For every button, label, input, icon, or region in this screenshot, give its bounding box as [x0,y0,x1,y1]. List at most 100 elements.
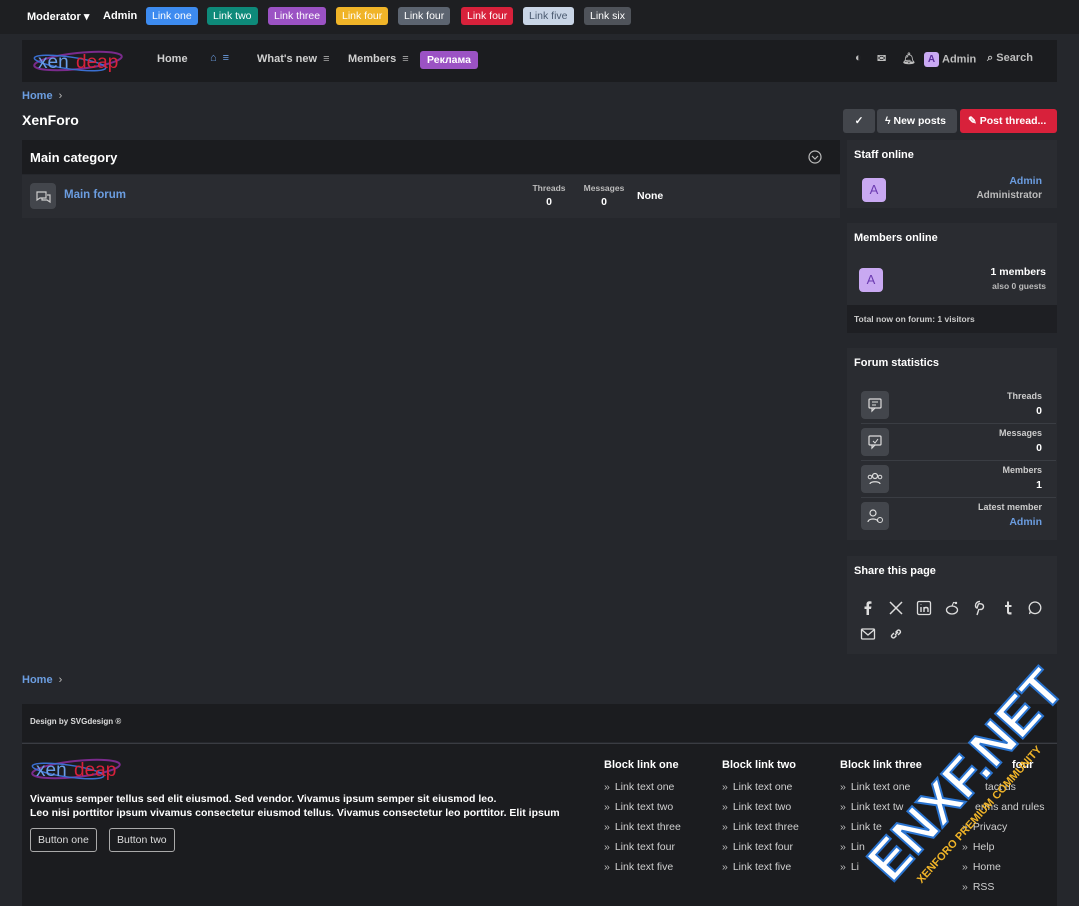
footer-link[interactable]: Link text five [604,861,673,873]
svg-text:xen: xen [38,52,69,73]
avatar[interactable]: A [862,178,886,202]
footer-link[interactable]: Link text one [840,781,911,793]
top-link-8[interactable]: Link six [584,7,632,25]
members-online-block: Members online A 1 members also 0 guests… [847,223,1057,333]
footer-col4-title: four [1012,759,1034,771]
staff-online-title: Staff online [854,149,914,161]
members-online-title[interactable]: Members online [854,232,938,244]
forum-chat-icon [30,183,56,209]
guests-count: also 0 guests [992,281,1046,291]
footer-button-one[interactable]: Button one [30,828,97,852]
footer-col3-title: Block link three [840,759,922,771]
main-navigation: xen deap Home ⌂ ≡ What's new ≡ Members ≡ Ре… [22,40,1057,82]
search-button[interactable]: ⌕ Search [987,52,1033,65]
top-link-4[interactable]: Link four [336,7,389,25]
users-icon [861,465,889,493]
svg-text:deap: deap [74,760,116,781]
staff-user-link[interactable]: Admin [1009,175,1042,187]
new-posts-button[interactable]: ϟ New posts [877,109,957,133]
footer-link[interactable]: Link text three [604,821,681,833]
thread-icon [861,391,889,419]
menu-icon: ≡ [323,53,330,65]
nav-members[interactable]: Members ≡ [348,53,409,65]
user-plus-icon [861,502,889,530]
footer-link[interactable]: Home [962,861,1001,873]
email-icon[interactable] [860,626,876,642]
footer-col1-title: Block link one [604,759,679,771]
avatar[interactable]: A [859,268,883,292]
link-icon[interactable] [888,626,904,642]
top-link-3[interactable]: Link three [268,7,327,25]
staff-online-block: Staff online A Admin Administrator [847,140,1057,208]
stat-members-value: 1 [1036,479,1042,491]
footer-link[interactable]: Link text four [604,841,675,853]
footer-link[interactable]: Link text three [722,821,799,833]
category-header: Main category [22,140,840,174]
footer-col2-title: Block link two [722,759,796,771]
nav-ad-badge[interactable]: Реклама [420,51,478,69]
staff-role: Administrator [976,190,1042,201]
footer-link[interactable]: Link text four [722,841,793,853]
footer-link[interactable]: Link text two [722,801,791,813]
divider [861,423,1056,424]
threads-count: 0 [546,196,552,208]
top-link-2[interactable]: Link two [207,7,258,25]
top-link-1[interactable]: Link one [146,7,198,25]
tumblr-icon[interactable] [1000,600,1016,616]
share-title: Share this page [854,565,936,577]
linkedin-icon[interactable] [916,600,932,616]
facebook-icon[interactable] [860,600,876,616]
forum-row: Main forum Threads 0 Messages 0 None [22,175,840,218]
pinterest-icon[interactable] [972,600,988,616]
breadcrumb[interactable]: Home › [22,90,62,102]
category-title[interactable]: Main category [30,150,117,165]
design-credit[interactable]: Design by SVGdesign ® [30,717,121,726]
page-title: XenForo [22,112,79,128]
footer-link[interactable]: Link text five [722,861,791,873]
collapse-icon[interactable] [808,150,822,164]
forum-link[interactable]: Main forum [64,189,126,201]
nav-home[interactable]: Home [157,53,188,65]
admin-link[interactable]: Admin [103,10,137,22]
footer-link[interactable]: Help [962,841,995,853]
moderator-menu[interactable]: Moderator ▾ [27,10,89,23]
footer-link[interactable]: Lin [840,841,865,853]
top-link-7[interactable]: Link five [523,7,574,25]
messages-label: Messages [583,183,625,193]
footer-breadcrumb[interactable]: Home › [22,674,62,686]
divider [861,497,1056,498]
footer-link[interactable]: Link text one [604,781,675,793]
inbox-icon[interactable]: ✉ [877,52,886,65]
footer-link[interactable]: Link text two [604,801,673,813]
bell-icon[interactable]: 🔔︎ [902,52,916,65]
footer-link[interactable]: Li [840,861,859,873]
footer-link[interactable]: tact us [985,781,1016,793]
footer-link[interactable]: Privacy [962,821,1007,833]
edit-icon: ✎ [968,115,977,127]
message-icon [861,428,889,456]
nav-whats-new[interactable]: What's new ≡ [257,53,330,65]
user-menu[interactable]: A Admin [924,52,976,67]
post-thread-button[interactable]: ✎ Post thread... [960,109,1057,133]
footer-link[interactable]: Link te [840,821,882,833]
reddit-icon[interactable] [944,600,960,616]
top-link-6[interactable]: Link four [461,7,514,25]
footer-button-two[interactable]: Button two [109,828,175,852]
footer-rss-link[interactable]: RSS [962,881,995,893]
footer-logo[interactable]: xen deap [28,754,142,784]
forum-statistics-block: Forum statistics Threads 0 Messages 0 Me… [847,348,1057,540]
stat-members-label: Members [1002,465,1042,475]
theme-toggle-icon[interactable]: ◐ [855,52,862,64]
whatsapp-icon[interactable] [1027,600,1043,616]
footer-link[interactable]: Link text tw [840,801,904,813]
footer-link[interactable]: Link text one [722,781,793,793]
nav-home-icon[interactable]: ⌂ ≡ [210,52,229,64]
x-icon[interactable] [888,600,904,616]
latest-member-link[interactable]: Admin [1009,516,1042,528]
site-logo[interactable]: xen deap [30,47,142,75]
top-link-5[interactable]: Link four [398,7,451,25]
stat-messages-value: 0 [1036,442,1042,454]
mark-read-button[interactable]: ✓ [843,109,875,133]
footer-link[interactable]: erms and rules [975,801,1044,813]
staff-bar: Moderator ▾ Admin Link one Link two Link… [0,0,1079,34]
